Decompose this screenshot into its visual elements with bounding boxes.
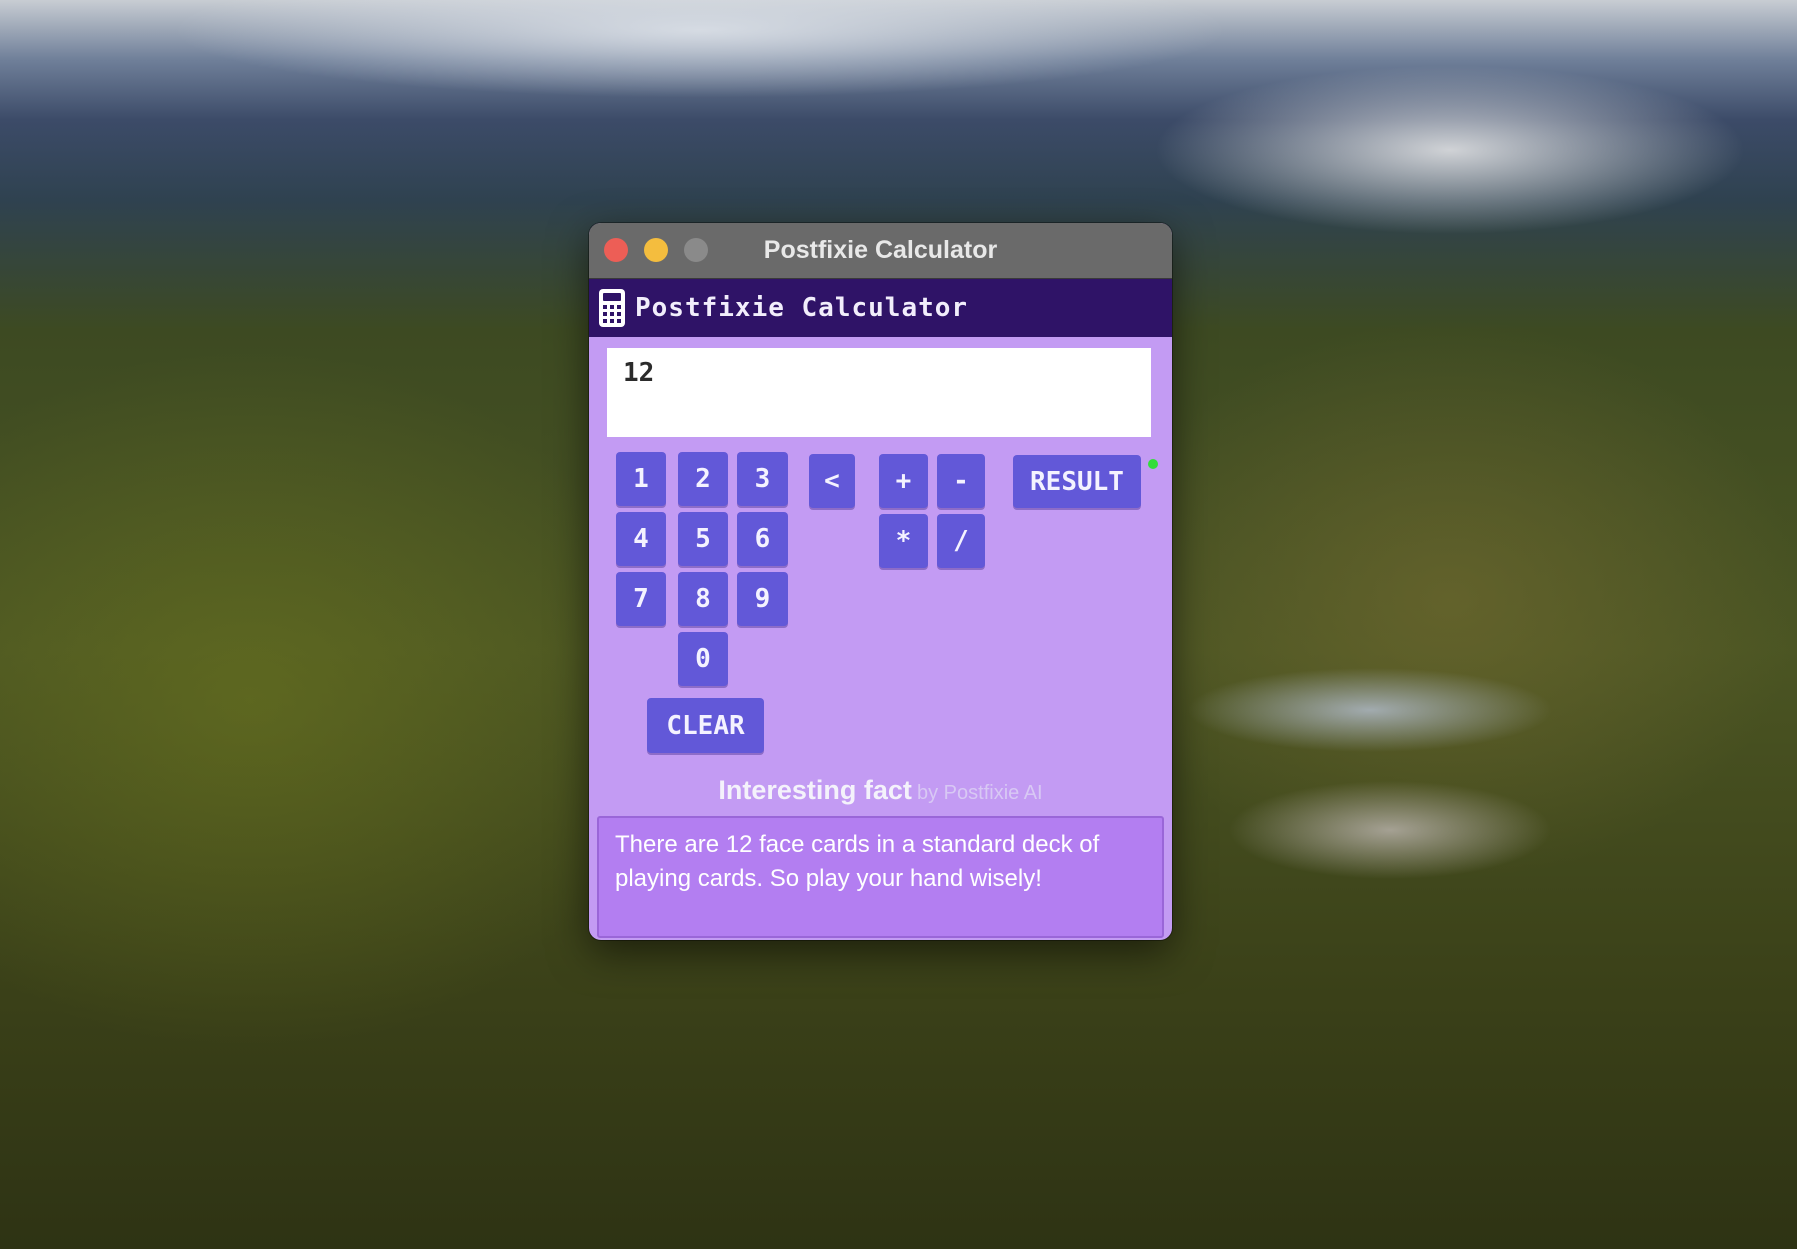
- calculator-window: Postfixie Calculator Postfixie Calculato…: [589, 223, 1172, 940]
- window-title: Postfixie Calculator: [763, 236, 998, 264]
- digit-8-button[interactable]: 8: [678, 572, 728, 626]
- fact-byline: by Postfixie AI: [917, 782, 1043, 804]
- digit-5-button[interactable]: 5: [678, 512, 728, 566]
- digit-9-button[interactable]: 9: [737, 572, 788, 626]
- digit-7-button[interactable]: 7: [616, 572, 666, 626]
- subtract-button[interactable]: -: [937, 454, 985, 508]
- calculator-icon: [599, 289, 625, 327]
- app-header: Postfixie Calculator: [589, 279, 1172, 337]
- digit-2-button[interactable]: 2: [678, 452, 728, 506]
- multiply-button[interactable]: *: [879, 514, 928, 568]
- digit-0-button[interactable]: 0: [678, 632, 728, 686]
- result-button[interactable]: RESULT: [1013, 455, 1141, 508]
- digit-3-button[interactable]: 3: [737, 452, 788, 506]
- app-title: Postfixie Calculator: [635, 293, 969, 323]
- clear-button[interactable]: CLEAR: [647, 698, 764, 753]
- add-button[interactable]: +: [879, 454, 928, 508]
- divide-button[interactable]: /: [937, 514, 985, 568]
- status-indicator: [1148, 459, 1158, 469]
- digit-6-button[interactable]: 6: [737, 512, 788, 566]
- fact-heading: Interesting fact by Postfixie AI: [589, 775, 1172, 806]
- backspace-button[interactable]: <: [809, 454, 855, 508]
- digit-4-button[interactable]: 4: [616, 512, 666, 566]
- fact-text-box[interactable]: There are 12 face cards in a standard de…: [597, 816, 1164, 938]
- window-titlebar[interactable]: Postfixie Calculator: [589, 223, 1172, 279]
- digit-1-button[interactable]: 1: [616, 452, 666, 506]
- fact-title: Interesting fact: [718, 775, 912, 805]
- expression-display[interactable]: 12: [607, 348, 1151, 437]
